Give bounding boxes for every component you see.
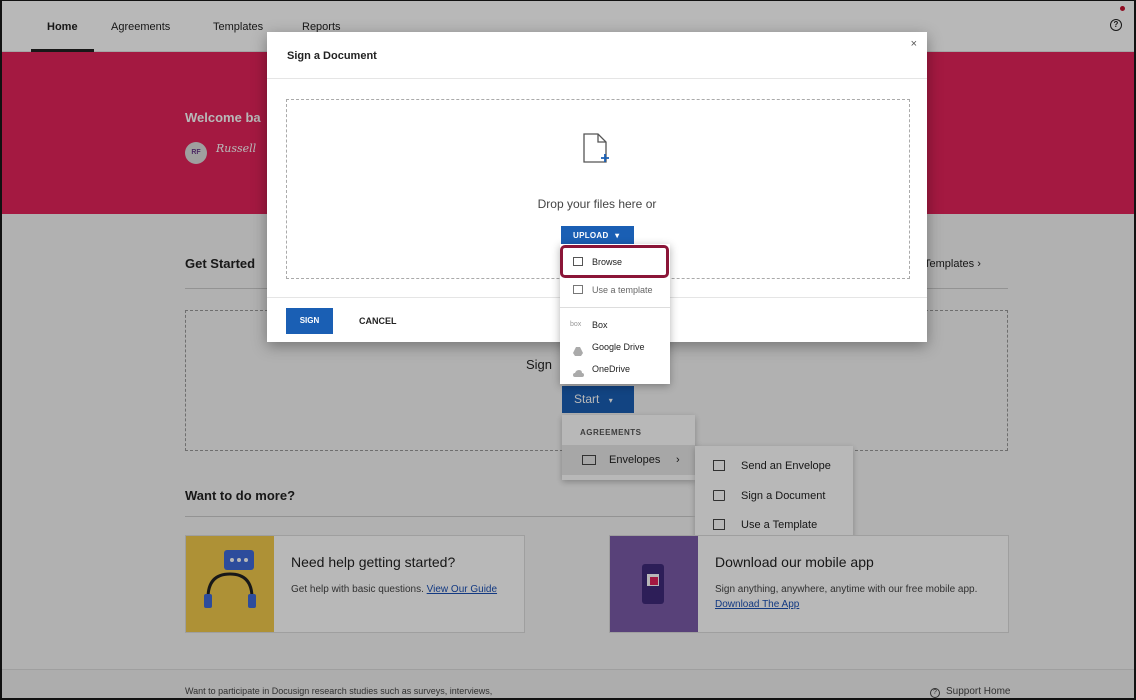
menu-item-label: OneDrive — [592, 364, 631, 374]
box-logo-icon: box — [570, 321, 582, 328]
add-file-icon — [582, 132, 612, 171]
menu-item-use-template[interactable]: Use a template — [560, 279, 670, 301]
google-drive-icon — [573, 342, 583, 356]
menu-item-label: Box — [592, 320, 608, 330]
close-icon[interactable]: × — [911, 38, 917, 50]
upload-button[interactable]: UPLOAD ▾ — [561, 226, 634, 246]
menu-item-label: Use a template — [592, 285, 653, 295]
browse-highlight — [560, 245, 669, 278]
drop-files-text: Drop your files here or — [537, 197, 657, 211]
sign-button[interactable]: SIGN — [286, 308, 333, 334]
menu-divider — [560, 307, 670, 308]
cancel-button[interactable]: CANCEL — [359, 308, 397, 334]
menu-item-onedrive[interactable]: OneDrive — [560, 358, 670, 380]
app-frame: Home Agreements Templates Reports ? Welc… — [0, 0, 1136, 700]
cloud-icon — [573, 364, 584, 377]
upload-button-label: UPLOAD — [573, 231, 609, 240]
template-icon — [573, 285, 583, 294]
modal-header-divider — [267, 78, 927, 79]
modal-title: Sign a Document — [287, 50, 377, 62]
caret-down-icon: ▾ — [615, 231, 620, 240]
menu-item-google-drive[interactable]: Google Drive — [560, 336, 670, 358]
menu-item-box[interactable]: box Box — [560, 314, 670, 336]
menu-item-label: Google Drive — [592, 342, 645, 352]
